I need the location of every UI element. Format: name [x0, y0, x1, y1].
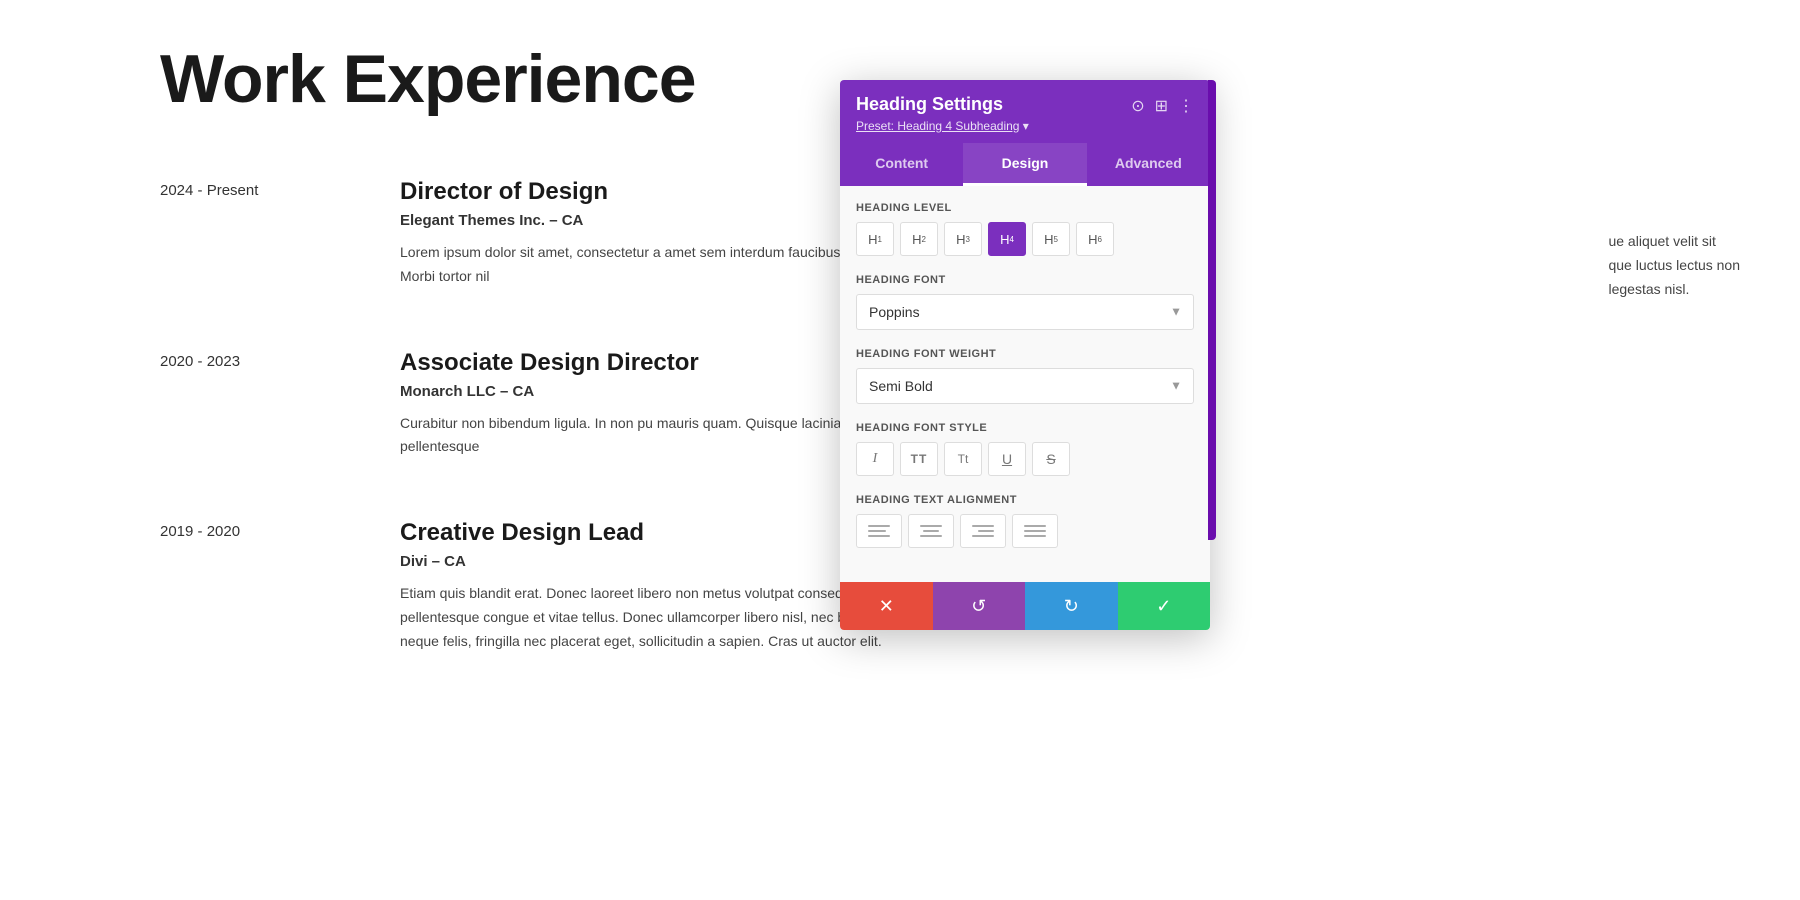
tab-advanced[interactable]: Advanced: [1087, 143, 1210, 186]
h2-button[interactable]: H2: [900, 222, 938, 256]
font-select[interactable]: Poppins: [856, 294, 1194, 330]
background-text: ue aliquet velit sit que luctus lectus n…: [1608, 230, 1740, 301]
heading-font-section: Heading Font Poppins ▼: [856, 274, 1194, 330]
tab-content[interactable]: Content: [840, 143, 963, 186]
italic-button[interactable]: I: [856, 442, 894, 476]
heading-level-section: Heading Level H1 H2 H3 H4 H5 H6: [856, 202, 1194, 256]
redo-button[interactable]: ↻: [1025, 582, 1118, 630]
panel-header: Heading Settings Preset: Heading 4 Subhe…: [840, 80, 1210, 143]
h4-button[interactable]: H4: [988, 222, 1026, 256]
font-weight-label: Heading Font Weight: [856, 348, 1194, 360]
more-icon[interactable]: ⋮: [1178, 96, 1194, 116]
cancel-button[interactable]: ✕: [840, 582, 933, 630]
align-center-button[interactable]: [908, 514, 954, 548]
job-date-2: 2020 - 2023: [160, 349, 360, 460]
align-center-icon: [920, 525, 942, 537]
job-date-3: 2019 - 2020: [160, 519, 360, 653]
align-left-icon: [868, 525, 890, 537]
font-weight-section: Heading Font Weight Semi Bold ▼: [856, 348, 1194, 404]
panel-header-icons: ⊙ ⊞ ⋮: [1131, 96, 1194, 116]
align-justify-icon: [1024, 525, 1046, 537]
bg-text-line2: que luctus lectus non: [1608, 257, 1740, 273]
panel-tabs: Content Design Advanced: [840, 143, 1210, 186]
panel-footer: ✕ ↺ ↻ ✓: [840, 582, 1210, 630]
tab-design[interactable]: Design: [963, 143, 1086, 186]
capitalize-button[interactable]: Tt: [944, 442, 982, 476]
font-weight-select[interactable]: Semi Bold: [856, 368, 1194, 404]
heading-level-buttons: H1 H2 H3 H4 H5 H6: [856, 222, 1194, 256]
uppercase-button[interactable]: TT: [900, 442, 938, 476]
confirm-button[interactable]: ✓: [1118, 582, 1211, 630]
strikethrough-button[interactable]: S: [1032, 442, 1070, 476]
h3-button[interactable]: H3: [944, 222, 982, 256]
font-style-buttons: I TT Tt U S: [856, 442, 1194, 476]
job-date-1: 2024 - Present: [160, 178, 360, 289]
align-right-button[interactable]: [960, 514, 1006, 548]
panel-edge-bar: [1208, 80, 1216, 540]
panel-preset: Preset: Heading 4 Subheading ▾: [856, 119, 1029, 133]
align-justify-button[interactable]: [1012, 514, 1058, 548]
alignment-buttons: [856, 514, 1194, 548]
h5-button[interactable]: H5: [1032, 222, 1070, 256]
text-alignment-label: Heading Text Alignment: [856, 494, 1194, 506]
columns-icon[interactable]: ⊞: [1155, 96, 1168, 116]
font-style-section: Heading Font Style I TT Tt U S: [856, 422, 1194, 476]
weight-select-wrap: Semi Bold ▼: [856, 368, 1194, 404]
h6-button[interactable]: H6: [1076, 222, 1114, 256]
settings-panel: Heading Settings Preset: Heading 4 Subhe…: [840, 80, 1210, 630]
panel-body: Heading Level H1 H2 H3 H4 H5 H6 Heading …: [840, 186, 1210, 582]
bg-text-line3: legestas nisl.: [1608, 281, 1689, 297]
panel-title: Heading Settings: [856, 94, 1029, 115]
align-left-button[interactable]: [856, 514, 902, 548]
font-style-label: Heading Font Style: [856, 422, 1194, 434]
underline-button[interactable]: U: [988, 442, 1026, 476]
heading-level-label: Heading Level: [856, 202, 1194, 214]
panel-preset-text[interactable]: Preset: Heading 4 Subheading: [856, 119, 1019, 133]
bg-text-line1: ue aliquet velit sit: [1608, 233, 1715, 249]
panel-header-left: Heading Settings Preset: Heading 4 Subhe…: [856, 94, 1029, 133]
heading-font-label: Heading Font: [856, 274, 1194, 286]
font-select-wrap: Poppins ▼: [856, 294, 1194, 330]
undo-button[interactable]: ↺: [933, 582, 1026, 630]
h1-button[interactable]: H1: [856, 222, 894, 256]
focus-icon[interactable]: ⊙: [1131, 96, 1144, 116]
align-right-icon: [972, 525, 994, 537]
text-alignment-section: Heading Text Alignment: [856, 494, 1194, 548]
